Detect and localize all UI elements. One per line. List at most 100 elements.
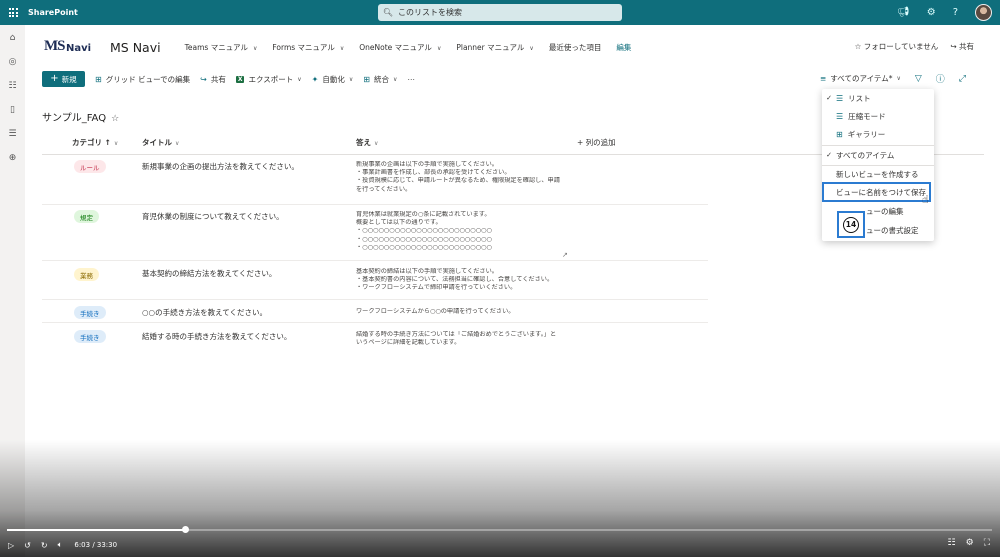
table-row[interactable]: 手続き 結婚する時の手続き方法を教えてください。 結婚する時の手続き方法について… [42,324,708,357]
star-icon: ☆ [854,42,862,51]
automate-button[interactable]: ✦ 自動化 ∨ [312,74,354,85]
play-icon[interactable]: ▷ [8,541,14,550]
site-title[interactable]: MS Navi [110,40,161,55]
share-site-button[interactable]: ↪ 共有 [950,41,974,52]
search-icon: 🔍︎ [382,8,394,17]
nav-item-forms[interactable]: Forms マニュアル ∨ [272,42,344,53]
rewind-icon[interactable]: ↺ [24,541,31,550]
chevron-down-icon: ∨ [436,44,442,52]
export-button[interactable]: X エクスポート ∨ [235,74,302,85]
menu-item-compact[interactable]: ☰ 圧縮モード [822,107,934,125]
nav-item-recent[interactable]: 最近使った項目 [549,42,602,53]
add-column-button[interactable]: + 列の追加 [577,137,616,155]
site-navigation: Teams マニュアル ∨ Forms マニュアル ∨ OneNote マニュアル ∨… [185,42,632,53]
category-tag: ルール [74,160,106,173]
video-progress-bar[interactable] [7,529,992,531]
menu-item-all-items[interactable]: ✓ すべてのアイテム [822,146,934,164]
menu-item-gallery[interactable]: ⊞ ギャラリー [822,125,934,143]
more-button[interactable]: ⋯ [407,75,415,84]
grid-edit-button[interactable]: ⊞ グリッド ビューでの編集 [95,74,190,85]
forward-icon[interactable]: ↻ [41,541,48,550]
pointer-cursor-icon: ☝ [922,193,929,206]
menu-item-list[interactable]: ✓ ☰ リスト [822,89,934,107]
list-layout-icon: ☰ [836,93,844,103]
table-row[interactable]: 手続き ○○の手続き方法を教えてください。 ワークフローシステムから○○の申請を… [42,301,708,323]
logo-navi: Navi [66,43,92,54]
list-icon[interactable]: ☰ [7,129,19,139]
column-header-title[interactable]: タイトル ∨ [142,137,179,155]
nav-item-planner[interactable]: Planner マニュアル ∨ [456,42,533,53]
chevron-down-icon: ∨ [252,44,258,52]
chevron-down-icon: ∨ [348,75,354,83]
megaphone-icon[interactable]: 📢︎ [897,7,910,18]
video-progress-fill [7,529,186,531]
fullscreen-icon[interactable]: ⛶ [984,538,990,548]
check-icon: ✓ [826,151,832,159]
home-icon[interactable]: ⌂ [7,33,19,43]
table-row[interactable]: 規定 育児休業の制度について教えてください。 育児休業は就業規定の○条に記載され… [42,205,708,261]
check-icon: ✓ [826,94,832,102]
expand-icon[interactable]: ⤢ [959,74,966,84]
share-icon: ↪ [950,42,957,51]
chevron-down-icon: ∨ [339,44,345,52]
excel-icon: X [235,75,245,83]
video-settings-icon[interactable]: ⚙ [966,538,974,548]
title-cell[interactable]: 基本契約の締結方法を教えてください。 [142,268,276,279]
app-name[interactable]: SharePoint [28,8,78,17]
page-icon[interactable]: ▯ [7,105,19,115]
grid-icon: ⊞ [95,74,102,84]
filter-icon[interactable]: ▽ [915,74,922,84]
nav-item-teams[interactable]: Teams マニュアル ∨ [185,42,258,53]
chevron-down-icon: ∨ [113,140,119,147]
search-input[interactable]: 🔍︎ このリストを検索 [378,4,622,21]
captions-icon[interactable]: ☷ [948,538,956,548]
chevron-down-icon: ∨ [175,140,180,147]
search-placeholder: このリストを検索 [398,8,462,17]
title-cell[interactable]: 結婚する時の手続き方法を教えてください。 [142,331,291,342]
help-icon[interactable]: ? [953,7,958,18]
answer-cell: 結婚する時の手続き方法については「ご結婚おめでとうございます。」と いうページに詳… [356,331,557,347]
news-icon[interactable]: ☷ [7,81,19,91]
nav-item-onenote[interactable]: OneNote マニュアル ∨ [359,42,441,53]
open-item-icon[interactable]: ↗ [562,251,568,259]
logo-ms: MS [44,38,65,54]
waffle-icon[interactable] [0,0,26,25]
column-header-category[interactable]: カテゴリ ↑ ∨ [72,137,118,155]
category-tag: 手続き [74,306,106,319]
title-cell[interactable]: ○○の手続き方法を教えてください。 [142,307,267,318]
title-cell[interactable]: 新規事業の企画の提出方法を教えてください。 [142,161,299,172]
gallery-layout-icon: ⊞ [836,129,843,139]
favorite-star-icon[interactable]: ☆ [111,114,119,124]
follow-button[interactable]: ☆ フォローしていません [855,41,939,52]
category-tag: 規定 [74,210,99,223]
automate-icon: ✦ [311,74,319,84]
settings-icon[interactable]: ⚙ [927,7,936,18]
step-badge: 14 [837,211,865,238]
add-circle-icon[interactable]: ⊕ [7,153,19,163]
video-progress-knob[interactable] [182,526,189,533]
avatar[interactable] [975,4,992,21]
table-row[interactable]: ルール 新規事業の企画の提出方法を教えてください。 新規事業の企画は以下の手順で… [42,155,708,205]
column-header-answer[interactable]: 答え ∨ [356,137,378,155]
chevron-down-icon: ∨ [392,75,398,83]
table-row[interactable]: 業務 基本契約の締結方法を教えてください。 基本契約の締結は以下の手順で実施して… [42,262,708,300]
menu-item-create-view[interactable]: 新しいビューを作成する [822,165,934,183]
new-button[interactable]: + 新規 [42,71,85,87]
share-icon: ↪ [200,74,207,84]
video-time: 6:03 / 33:30 [74,541,118,549]
info-icon[interactable]: ⓘ [936,72,945,85]
category-tag: 業務 [74,268,99,281]
globe-icon[interactable]: ◎ [7,57,19,67]
view-list-icon: ≡ [819,74,827,83]
integrate-icon: ⊞ [363,74,370,84]
volume-icon[interactable]: 🔈︎ [58,540,63,550]
category-tag: 手続き [74,330,106,343]
share-button[interactable]: ↪ 共有 [200,74,226,85]
view-selector[interactable]: ≡ すべてのアイテム* ∨ [820,73,901,84]
chevron-down-icon: ∨ [374,140,379,147]
list-title: サンプル_FAQ ☆ [42,113,120,124]
integrate-button[interactable]: ⊞ 統合 ∨ [363,74,397,85]
nav-edit-link[interactable]: 編集 [616,42,631,53]
site-logo[interactable]: MS Navi [44,32,94,62]
title-cell[interactable]: 育児休業の制度について教えてください。 [142,211,284,222]
